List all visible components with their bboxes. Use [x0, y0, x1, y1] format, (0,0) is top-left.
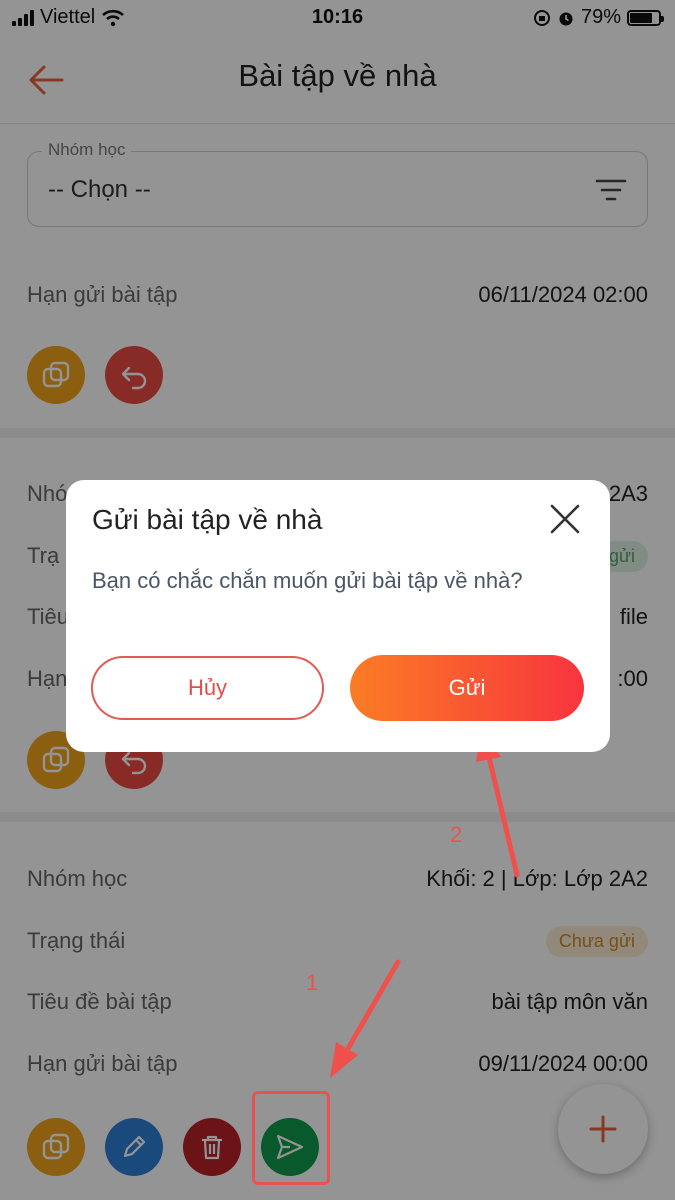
send-homework-dialog: Gửi bài tập về nhà Bạn có chắc chắn muốn…: [66, 480, 610, 752]
dialog-message: Bạn có chắc chắn muốn gửi bài tập về nhà…: [92, 568, 523, 593]
dialog-title: Gửi bài tập về nhà: [92, 504, 323, 535]
confirm-send-button[interactable]: Gửi: [350, 655, 584, 721]
send-highlight-box: [252, 1091, 330, 1185]
annotation-step-2: 2: [450, 822, 463, 847]
close-icon[interactable]: [548, 502, 582, 536]
cancel-button[interactable]: Hủy: [91, 656, 324, 720]
annotation-step-1: 1: [306, 970, 319, 995]
